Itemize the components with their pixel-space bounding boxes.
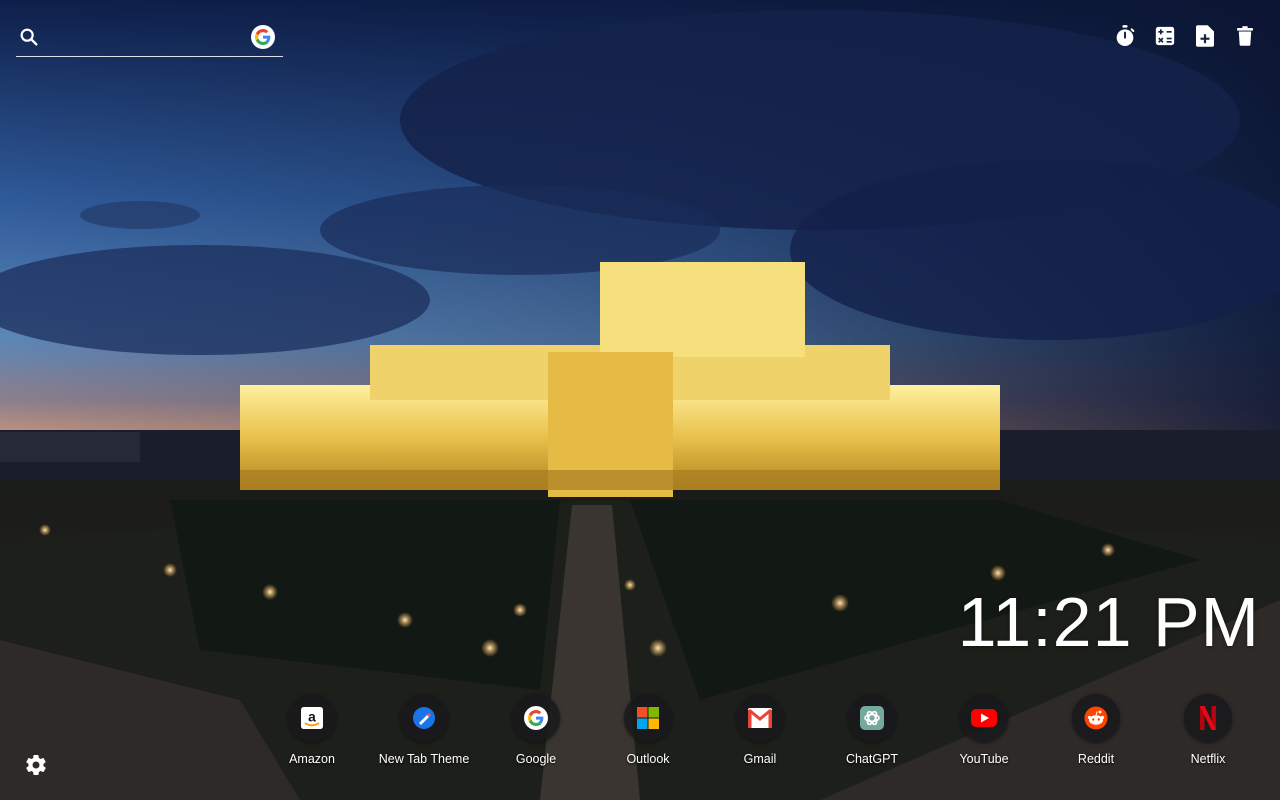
google-g-icon[interactable] [251,25,275,49]
shortcut-label: Google [515,752,557,766]
new-tab-theme-icon [413,707,435,729]
shortcut-amazon[interactable]: a Amazon [256,694,368,774]
gear-icon[interactable] [24,753,48,777]
shortcut-google[interactable]: Google [480,694,592,774]
shortcut-gmail[interactable]: Gmail [704,694,816,774]
chatgpt-icon [860,706,884,730]
trash-icon[interactable] [1234,24,1256,48]
reddit-icon [1084,706,1108,730]
clock-time: 11:21 PM [957,583,1260,661]
shortcut-label: New Tab Theme [378,752,470,766]
calculator-icon[interactable] [1154,24,1176,48]
netflix-icon [1200,706,1216,730]
shortcut-label: ChatGPT [845,752,899,766]
shortcut-new-tab-theme[interactable]: New Tab Theme [368,694,480,774]
svg-text:a: a [308,710,316,725]
gmail-icon [748,708,772,728]
shortcut-label: Netflix [1190,752,1226,766]
shortcut-label: Gmail [743,752,777,766]
amazon-icon: a [301,707,323,729]
shortcut-netflix[interactable]: Netflix [1152,694,1264,774]
google-icon [524,706,548,730]
youtube-icon [971,709,997,727]
shortcut-label: Outlook [626,752,670,766]
shortcut-reddit[interactable]: Reddit [1040,694,1152,774]
shortcut-label: YouTube [959,752,1009,766]
shortcut-label: Reddit [1077,752,1115,766]
shortcut-outlook[interactable]: Outlook [592,694,704,774]
shortcuts-dock: a Amazon New Tab Theme Google Outlook Gm… [256,694,1264,774]
wallpaper-background [0,0,1280,800]
top-toolbar [1114,24,1256,48]
search-input[interactable] [50,24,254,52]
search-icon[interactable] [18,26,40,48]
shortcut-chatgpt[interactable]: ChatGPT [816,694,928,774]
search-bar [16,20,283,57]
shortcut-youtube[interactable]: YouTube [928,694,1040,774]
new-note-icon[interactable] [1194,24,1216,48]
shortcut-label: Amazon [289,752,335,766]
microsoft-icon [637,707,659,729]
stopwatch-icon[interactable] [1114,24,1136,48]
